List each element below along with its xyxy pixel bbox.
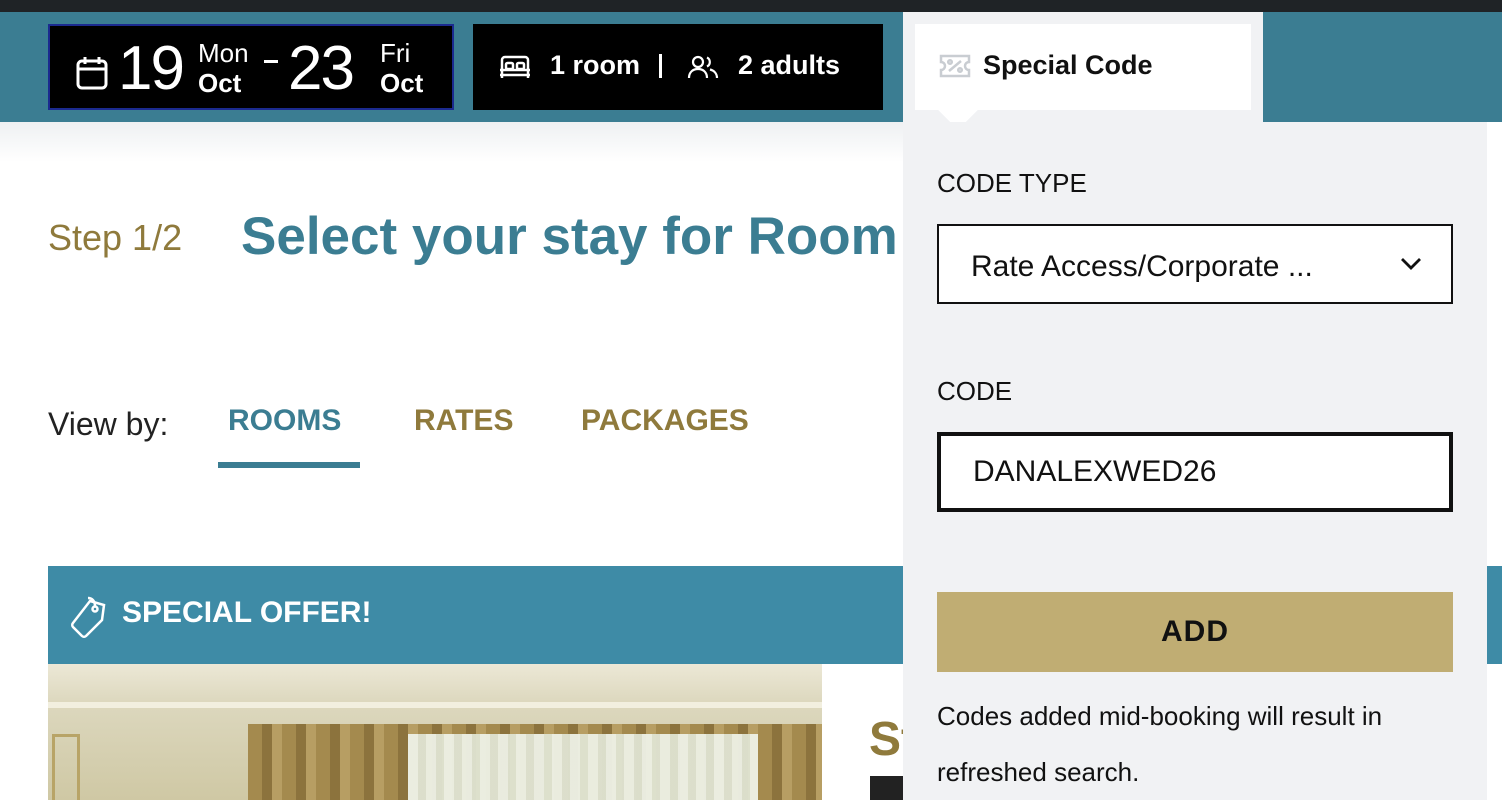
tab-rates[interactable]: RATES — [414, 406, 513, 436]
code-label: CODE — [937, 376, 1013, 406]
header-shadow — [0, 122, 903, 162]
code-input[interactable] — [937, 432, 1453, 512]
page-title: Select your stay for Room — [241, 207, 898, 266]
rooms-guests-selector[interactable]: 1 room 2 adults — [473, 24, 883, 110]
guests-separator — [659, 54, 662, 78]
code-type-select[interactable]: Rate Access/Corporate ... — [937, 224, 1453, 304]
room-name-partial: St — [869, 713, 903, 766]
checkin-month: Oct — [198, 68, 242, 98]
people-icon — [687, 54, 719, 85]
tab-rooms[interactable]: ROOMS — [228, 406, 341, 436]
add-code-button[interactable]: ADD — [937, 592, 1453, 672]
tab-packages[interactable]: PACKAGES — [581, 406, 749, 436]
code-type-value: Rate Access/Corporate ... — [971, 250, 1313, 283]
tag-icon — [70, 596, 108, 643]
chevron-down-icon — [1399, 256, 1423, 277]
special-offer-banner-edge — [1487, 566, 1502, 664]
room-photo-ceiling — [48, 664, 822, 704]
code-type-label: CODE TYPE — [937, 168, 1087, 198]
special-offer-label: SPECIAL OFFER! — [122, 596, 372, 629]
checkout-day: 23 — [288, 34, 355, 103]
room-photo-sheer — [408, 734, 758, 800]
adults-count: 2 adults — [738, 50, 841, 80]
code-note: Codes added mid-booking will result in r… — [937, 701, 1383, 787]
view-by-label: View by: — [48, 406, 169, 442]
step-indicator: Step 1/2 — [48, 217, 183, 258]
active-tab-indicator — [218, 462, 360, 468]
room-photo[interactable] — [48, 664, 822, 800]
date-range-dash — [264, 60, 278, 63]
room-button-partial — [870, 776, 903, 800]
date-selector[interactable]: 19 Mon Oct 23 Fri Oct — [48, 24, 454, 110]
checkin-weekday: Mon — [198, 38, 249, 68]
top-strip — [0, 0, 1502, 12]
room-photo-frame — [52, 734, 80, 800]
special-code-label: Special Code — [983, 50, 1153, 80]
ticket-icon — [939, 52, 971, 85]
special-offer-banner: SPECIAL OFFER! — [48, 566, 903, 664]
calendar-icon — [76, 56, 108, 95]
checkout-weekday: Fri — [380, 38, 411, 68]
checkout-month: Oct — [380, 68, 424, 98]
room-photo-molding — [48, 702, 822, 708]
checkin-day: 19 — [118, 34, 185, 103]
rooms-count: 1 room — [550, 50, 641, 80]
bed-icon — [499, 54, 531, 85]
